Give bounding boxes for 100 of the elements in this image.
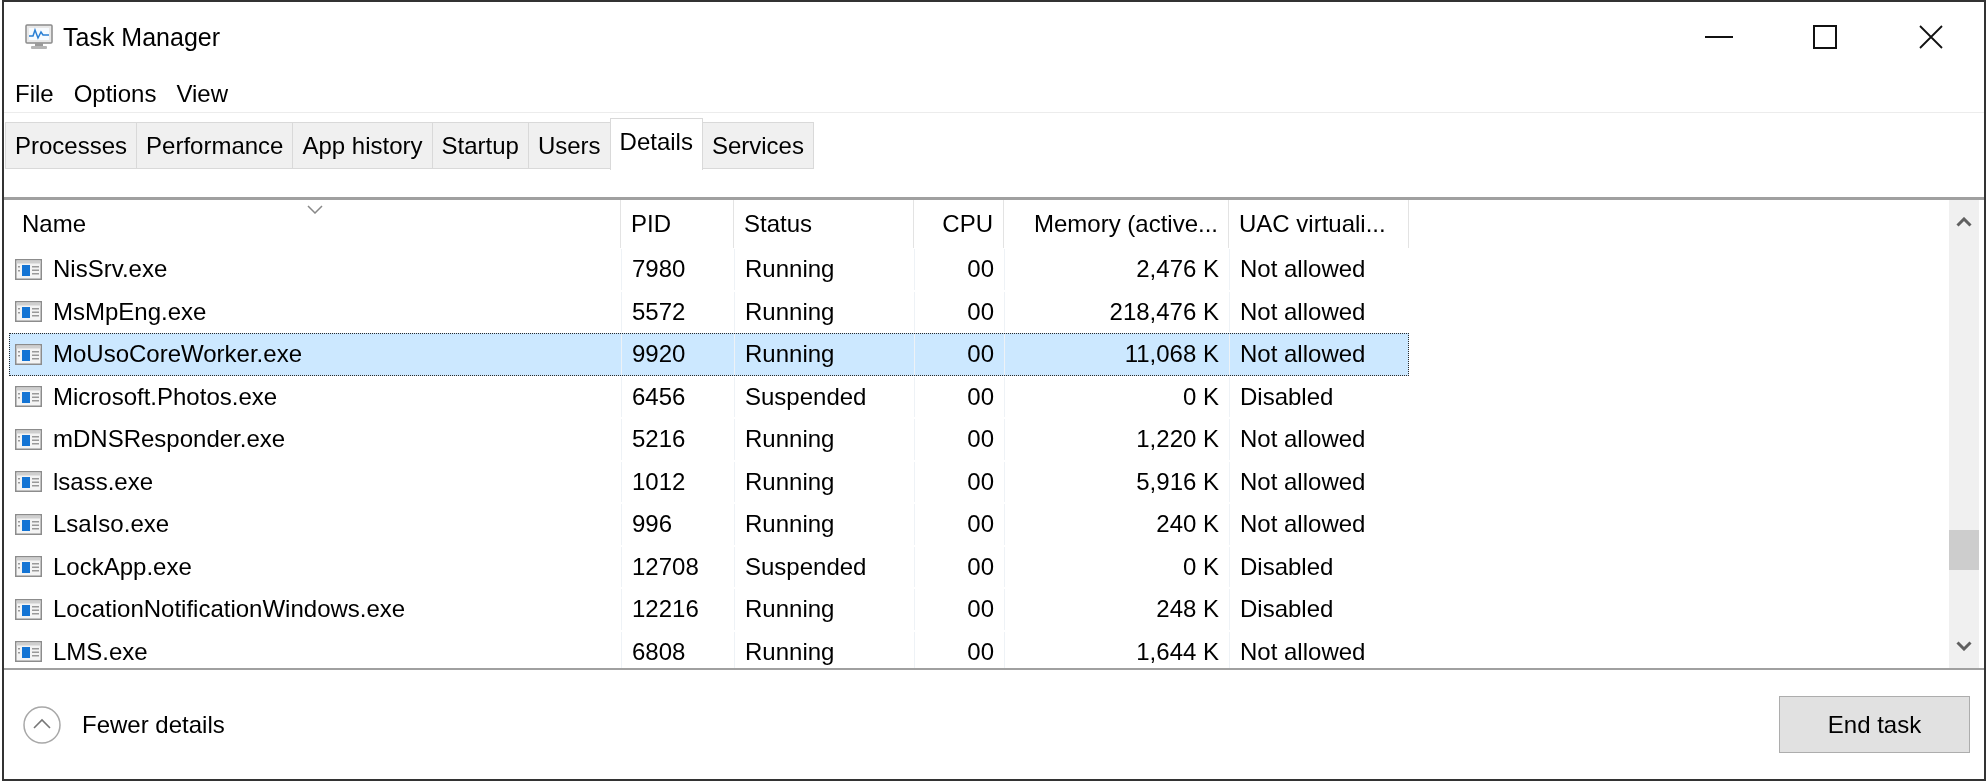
process-name: mDNSResponder.exe (53, 425, 286, 454)
table-row[interactable]: LocationNotificationWindows.exe 12216 Running 00 248 K Disabled (9, 588, 1409, 631)
window-icon (15, 598, 42, 620)
table-cell: 00 (915, 249, 1005, 290)
tab[interactable]: Processes (5, 122, 138, 169)
tab[interactable]: Startup (431, 122, 529, 169)
table-cell: Running (735, 461, 915, 502)
table-cell: Running (735, 589, 915, 630)
table-cell: 0 K (1005, 546, 1230, 587)
table-cell: Suspended (735, 376, 915, 417)
table-cell: Not allowed (1230, 334, 1409, 375)
table-cell: Disabled (1230, 546, 1409, 587)
menu-item[interactable]: File (5, 79, 64, 108)
process-name: NisSrv.exe (53, 255, 168, 284)
chevron-up-icon[interactable] (1956, 217, 1972, 227)
process-name: lsass.exe (53, 467, 154, 496)
table-row[interactable]: NisSrv.exe 7980 Running 00 2,476 K Not allowed (9, 248, 1409, 291)
tab[interactable]: Services (701, 122, 814, 169)
table-cell: 5,916 K (1005, 461, 1230, 502)
table-row[interactable]: MsMpEng.exe 5572 Running 00 218,476 K Not allowed (9, 290, 1409, 333)
process-name: MoUsoCoreWorker.exe (53, 340, 302, 369)
window-icon (15, 386, 42, 408)
table-cell: Running (735, 334, 915, 375)
process-name: Microsoft.Photos.exe (53, 382, 278, 411)
column-header[interactable]: CPU (914, 200, 1004, 248)
table-cell: 1,220 K (1005, 419, 1230, 460)
process-name: LockApp.exe (53, 552, 192, 581)
maximize-icon (1813, 24, 1837, 49)
table-cell: Disabled (1230, 589, 1409, 630)
table-cell: 7980 (622, 249, 735, 290)
process-name: MsMpEng.exe (53, 297, 207, 326)
process-name: LMS.exe (53, 637, 148, 666)
table-cell: 5572 (622, 291, 735, 332)
window-icon (15, 343, 42, 365)
table-cell: 00 (915, 546, 1005, 587)
table-row[interactable]: Microsoft.Photos.exe 6456 Suspended 00 0 K Disabled (9, 375, 1409, 418)
table-cell: 248 K (1005, 589, 1230, 630)
table-cell: 0 K (1005, 376, 1230, 417)
table-cell: 00 (915, 291, 1005, 332)
window-icon (15, 301, 42, 323)
table-cell: Not allowed (1230, 249, 1409, 290)
table-cell: 5216 (622, 419, 735, 460)
column-header[interactable]: Memory (active... (1004, 200, 1229, 248)
table-row[interactable]: LsaIso.exe 996 Running 00 240 K Not allowed (9, 503, 1409, 546)
column-header[interactable]: PID (621, 200, 734, 248)
table-cell: 9920 (622, 334, 735, 375)
table-cell: Running (735, 291, 915, 332)
process-name: LocationNotificationWindows.exe (53, 595, 406, 624)
table-cell: 00 (915, 419, 1005, 460)
column-header[interactable]: Name (9, 200, 621, 248)
table-row[interactable]: MoUsoCoreWorker.exe 9920 Running 00 11,068 K Not allowed (9, 333, 1409, 376)
table-cell: 00 (915, 504, 1005, 545)
tab[interactable]: Details (609, 118, 703, 170)
chevron-down-icon[interactable] (1956, 641, 1972, 651)
table-cell: 12216 (622, 589, 735, 630)
close-icon (1919, 24, 1943, 49)
table-row[interactable]: mDNSResponder.exe 5216 Running 00 1,220 K Not allowed (9, 418, 1409, 461)
window-icon (15, 428, 42, 450)
table-cell: Suspended (735, 546, 915, 587)
table-row[interactable]: LockApp.exe 12708 Suspended 00 0 K Disabled (9, 545, 1409, 588)
menu-item[interactable]: View (166, 79, 238, 108)
table-cell: 2,476 K (1005, 249, 1230, 290)
table-cell: 1012 (622, 461, 735, 502)
table-row[interactable]: lsass.exe 1012 Running 00 5,916 K Not allowed (9, 460, 1409, 503)
window-icon (15, 471, 42, 493)
window-icon (15, 641, 42, 663)
table-cell: Not allowed (1230, 461, 1409, 502)
column-header[interactable]: UAC virtuali... (1229, 200, 1409, 248)
column-header[interactable]: Status (734, 200, 914, 248)
tab[interactable]: Users (527, 122, 611, 169)
menu-item[interactable]: Options (63, 79, 167, 108)
window-icon (15, 513, 42, 535)
table-cell: 00 (915, 376, 1005, 417)
table-cell: Not allowed (1230, 419, 1409, 460)
table-cell: Running (735, 504, 915, 545)
table-cell: 218,476 K (1005, 291, 1230, 332)
scrollbar-thumb[interactable] (1949, 530, 1979, 570)
scrollbar[interactable] (1949, 200, 1979, 668)
tab[interactable]: Performance (136, 122, 294, 169)
table-cell: 11,068 K (1005, 334, 1230, 375)
tab[interactable]: App history (292, 122, 433, 169)
table-cell: 240 K (1005, 504, 1230, 545)
end-task-button[interactable]: End task (1779, 696, 1970, 753)
table-cell: 00 (915, 334, 1005, 375)
table-cell: 996 (622, 504, 735, 545)
window-icon (15, 258, 42, 280)
monitor-graph-icon (25, 23, 53, 50)
table-cell: Running (735, 419, 915, 460)
table-cell: 12708 (622, 546, 735, 587)
table-cell: Not allowed (1230, 291, 1409, 332)
table-cell: 6456 (622, 376, 735, 417)
window-title: Task Manager (63, 23, 221, 52)
table-cell: Running (735, 249, 915, 290)
window-icon (15, 556, 42, 578)
fewer-details-button[interactable]: Fewer details (23, 705, 225, 744)
table-cell: 00 (915, 461, 1005, 502)
table-cell: 00 (915, 589, 1005, 630)
table-cell: Not allowed (1230, 504, 1409, 545)
circle-chevron-up-icon (23, 705, 61, 744)
table-cell: Disabled (1230, 376, 1409, 417)
